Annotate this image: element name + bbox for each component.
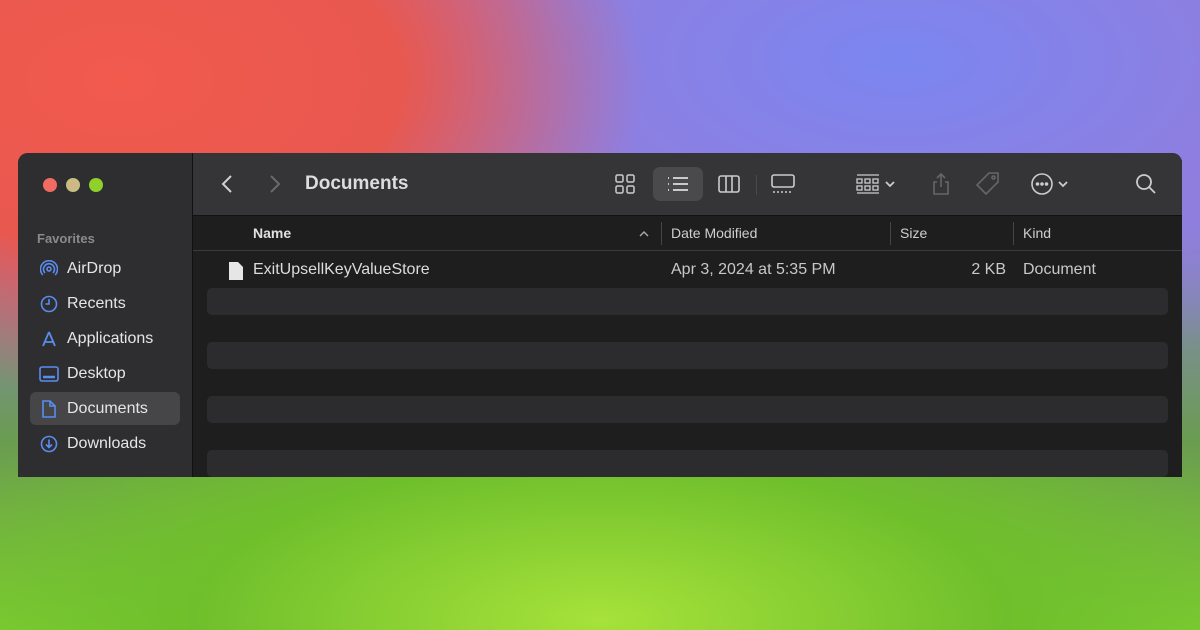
list-view-icon (668, 177, 688, 191)
close-button[interactable] (43, 178, 57, 192)
sidebar-item-documents[interactable]: Documents (30, 392, 180, 425)
file-name: ExitUpsellKeyValueStore (253, 260, 430, 278)
empty-row (207, 396, 1168, 423)
file-kind: Document (1023, 260, 1096, 278)
sidebar-item-label: Applications (67, 329, 154, 347)
column-size[interactable]: Size (900, 225, 927, 241)
file-size: 2 KB (971, 260, 1006, 278)
sidebar-item-recents[interactable]: Recents (30, 287, 180, 320)
back-button[interactable] (215, 167, 239, 201)
group-button[interactable] (853, 167, 903, 201)
sidebar-item-desktop[interactable]: Desktop (30, 357, 180, 390)
empty-row (207, 342, 1168, 369)
column-divider (661, 222, 662, 246)
tag-button[interactable] (973, 167, 1003, 201)
sidebar-item-downloads[interactable]: Downloads (30, 427, 180, 460)
sidebar-item-applications[interactable]: Applications (30, 322, 180, 355)
icon-view-button[interactable] (607, 167, 643, 201)
sidebar-item-label: Documents (67, 399, 148, 417)
applications-icon (39, 329, 59, 349)
document-icon (39, 399, 59, 419)
sort-ascending-icon (639, 225, 649, 241)
traffic-lights (18, 153, 192, 223)
sidebar-item-label: Desktop (67, 364, 126, 382)
zoom-button[interactable] (89, 178, 103, 192)
minimize-button[interactable] (66, 178, 80, 192)
empty-row (207, 287, 1168, 315)
column-view-icon (718, 175, 740, 193)
gallery-view-icon (771, 174, 795, 193)
share-icon (933, 172, 949, 195)
group-icon (856, 174, 895, 194)
favorites-heading: Favorites (37, 231, 95, 246)
sidebar-item-label: AirDrop (67, 259, 122, 277)
share-button[interactable] (925, 167, 957, 201)
toolbar-divider (756, 175, 757, 195)
file-icon (229, 261, 243, 285)
file-date: Apr 3, 2024 at 5:35 PM (671, 260, 836, 278)
tag-icon (975, 172, 999, 196)
desktop-icon (39, 364, 59, 384)
icon-view-icon (615, 174, 635, 194)
window-title: Documents (305, 173, 409, 194)
table-row[interactable]: ExitUpsellKeyValueStore Apr 3, 2024 at 5… (193, 251, 1182, 288)
more-icon (1031, 173, 1068, 195)
finder-window: Favorites AirDrop Recents Applications D… (18, 153, 1182, 477)
sidebar-item-airdrop[interactable]: AirDrop (30, 252, 180, 285)
list-view-button[interactable] (653, 167, 703, 201)
column-name[interactable]: Name (253, 225, 291, 241)
column-view-button[interactable] (711, 167, 747, 201)
forward-icon (270, 175, 281, 193)
airdrop-icon (39, 259, 59, 279)
sidebar: Favorites AirDrop Recents Applications D… (18, 153, 193, 477)
forward-button[interactable] (263, 167, 287, 201)
search-button[interactable] (1131, 167, 1161, 201)
more-actions-button[interactable] (1027, 167, 1077, 201)
column-divider (1013, 222, 1014, 246)
sidebar-item-label: Recents (67, 294, 126, 312)
column-header: Name Date Modified Size Kind (193, 216, 1182, 251)
column-date-modified[interactable]: Date Modified (671, 225, 757, 241)
empty-row (207, 450, 1168, 477)
back-icon (221, 175, 232, 193)
toolbar: Documents (193, 153, 1182, 217)
download-icon (39, 434, 59, 454)
main-pane: Documents Name Date Modified Size Kind E… (193, 153, 1182, 477)
search-icon (1136, 174, 1156, 194)
sidebar-item-label: Downloads (67, 434, 147, 452)
column-kind[interactable]: Kind (1023, 225, 1051, 241)
gallery-view-button[interactable] (763, 167, 803, 201)
clock-icon (39, 294, 59, 314)
column-divider (890, 222, 891, 246)
